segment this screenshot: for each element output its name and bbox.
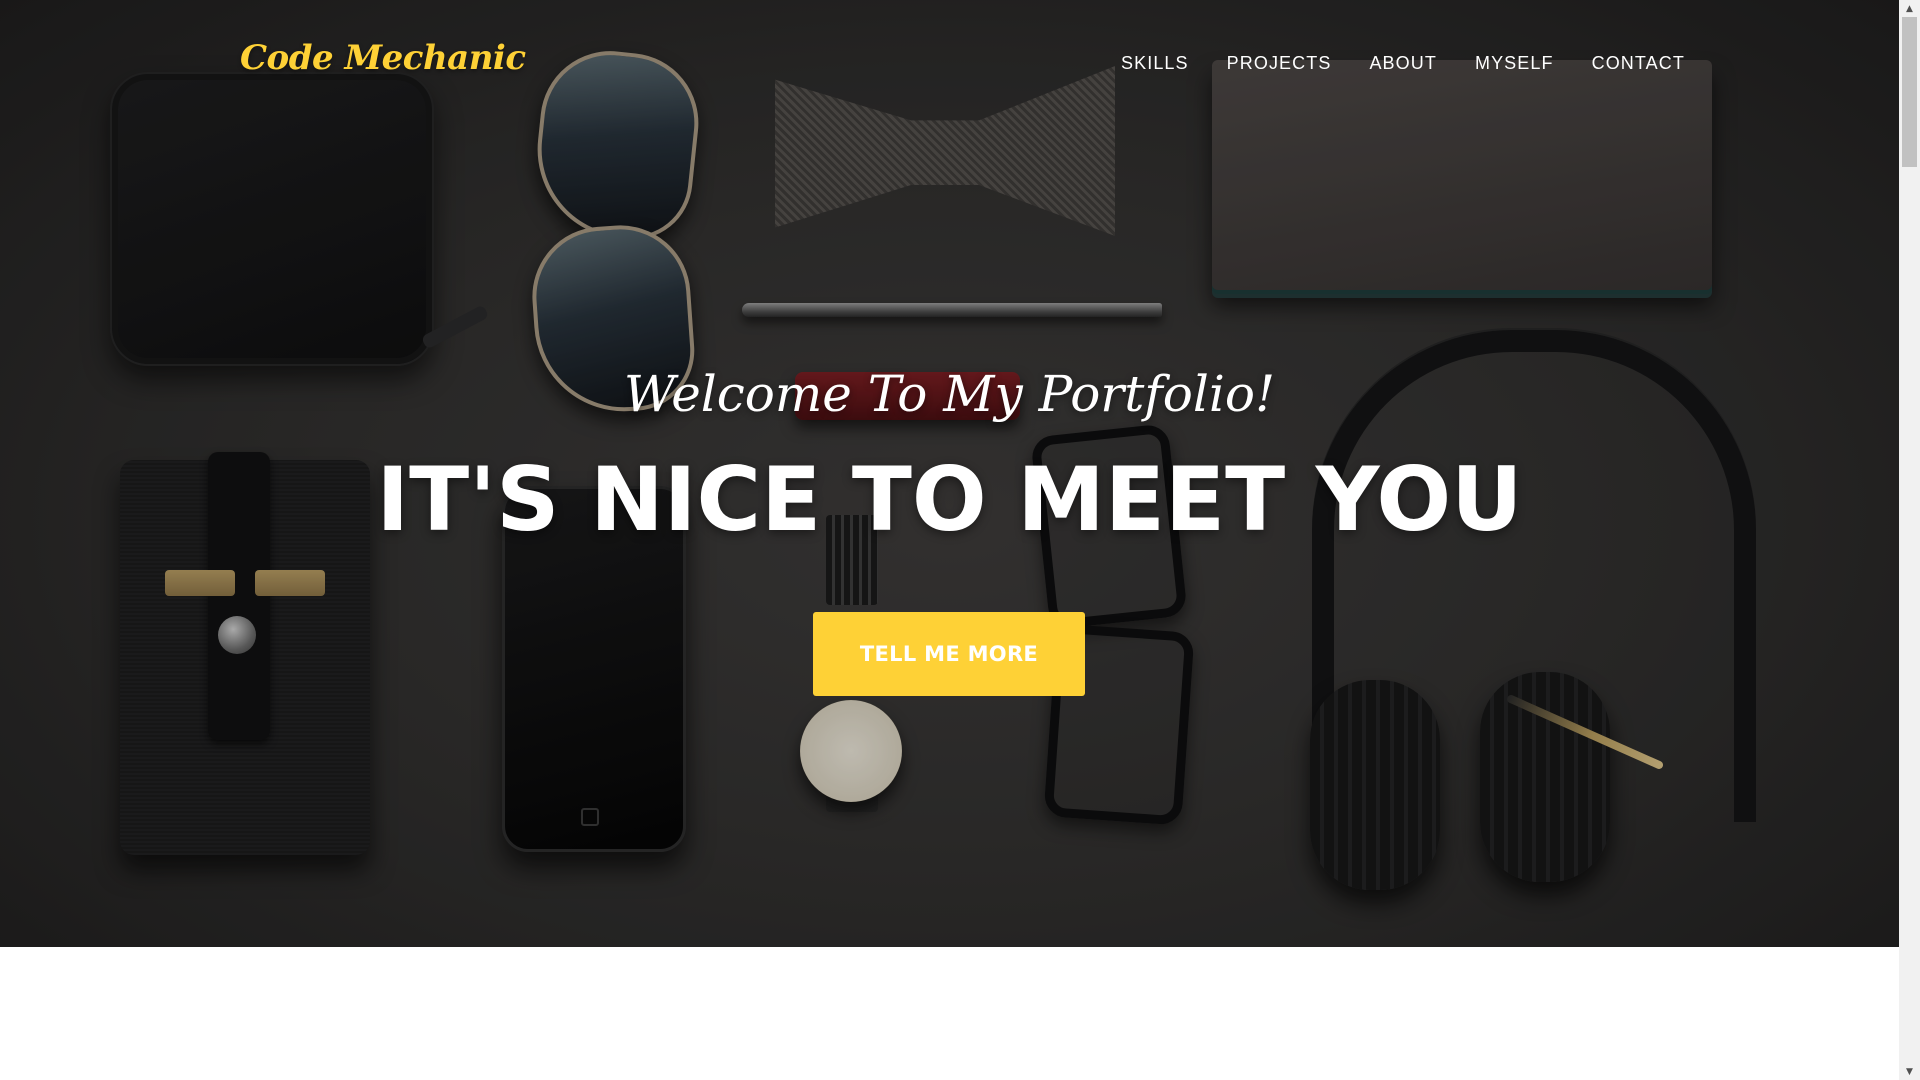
nav-item-skills[interactable]: SKILLS xyxy=(1102,51,1208,76)
brand-logo-link[interactable]: Code Mechanic xyxy=(240,38,526,78)
browser-page: Code Mechanic SKILLS PROJECTS ABOUT MYSE… xyxy=(0,0,1920,1080)
chevron-up-icon[interactable]: ▲ xyxy=(1899,0,1920,17)
nav-item-contact[interactable]: CONTACT xyxy=(1573,51,1704,76)
hero-subheading: Welcome To My Portfolio! xyxy=(623,365,1276,423)
hero-section: Code Mechanic SKILLS PROJECTS ABOUT MYSE… xyxy=(0,0,1899,947)
nav-item-myself[interactable]: MYSELF xyxy=(1456,51,1573,76)
page-viewport: Code Mechanic SKILLS PROJECTS ABOUT MYSE… xyxy=(0,0,1899,1080)
nav-item-about[interactable]: ABOUT xyxy=(1350,51,1456,76)
vertical-scrollbar[interactable]: ▲ ▼ xyxy=(1899,0,1920,1080)
scrollbar-thumb[interactable] xyxy=(1902,17,1917,167)
nav-item-projects[interactable]: PROJECTS xyxy=(1208,51,1351,76)
main-nav: SKILLS PROJECTS ABOUT MYSELF CONTACT xyxy=(1102,51,1704,76)
chevron-down-icon[interactable]: ▼ xyxy=(1899,1063,1920,1080)
content-section xyxy=(0,947,1899,1080)
hero-heading: IT'S NICE TO MEET YOU xyxy=(376,448,1523,551)
tell-me-more-button[interactable]: TELL ME MORE xyxy=(813,612,1085,696)
